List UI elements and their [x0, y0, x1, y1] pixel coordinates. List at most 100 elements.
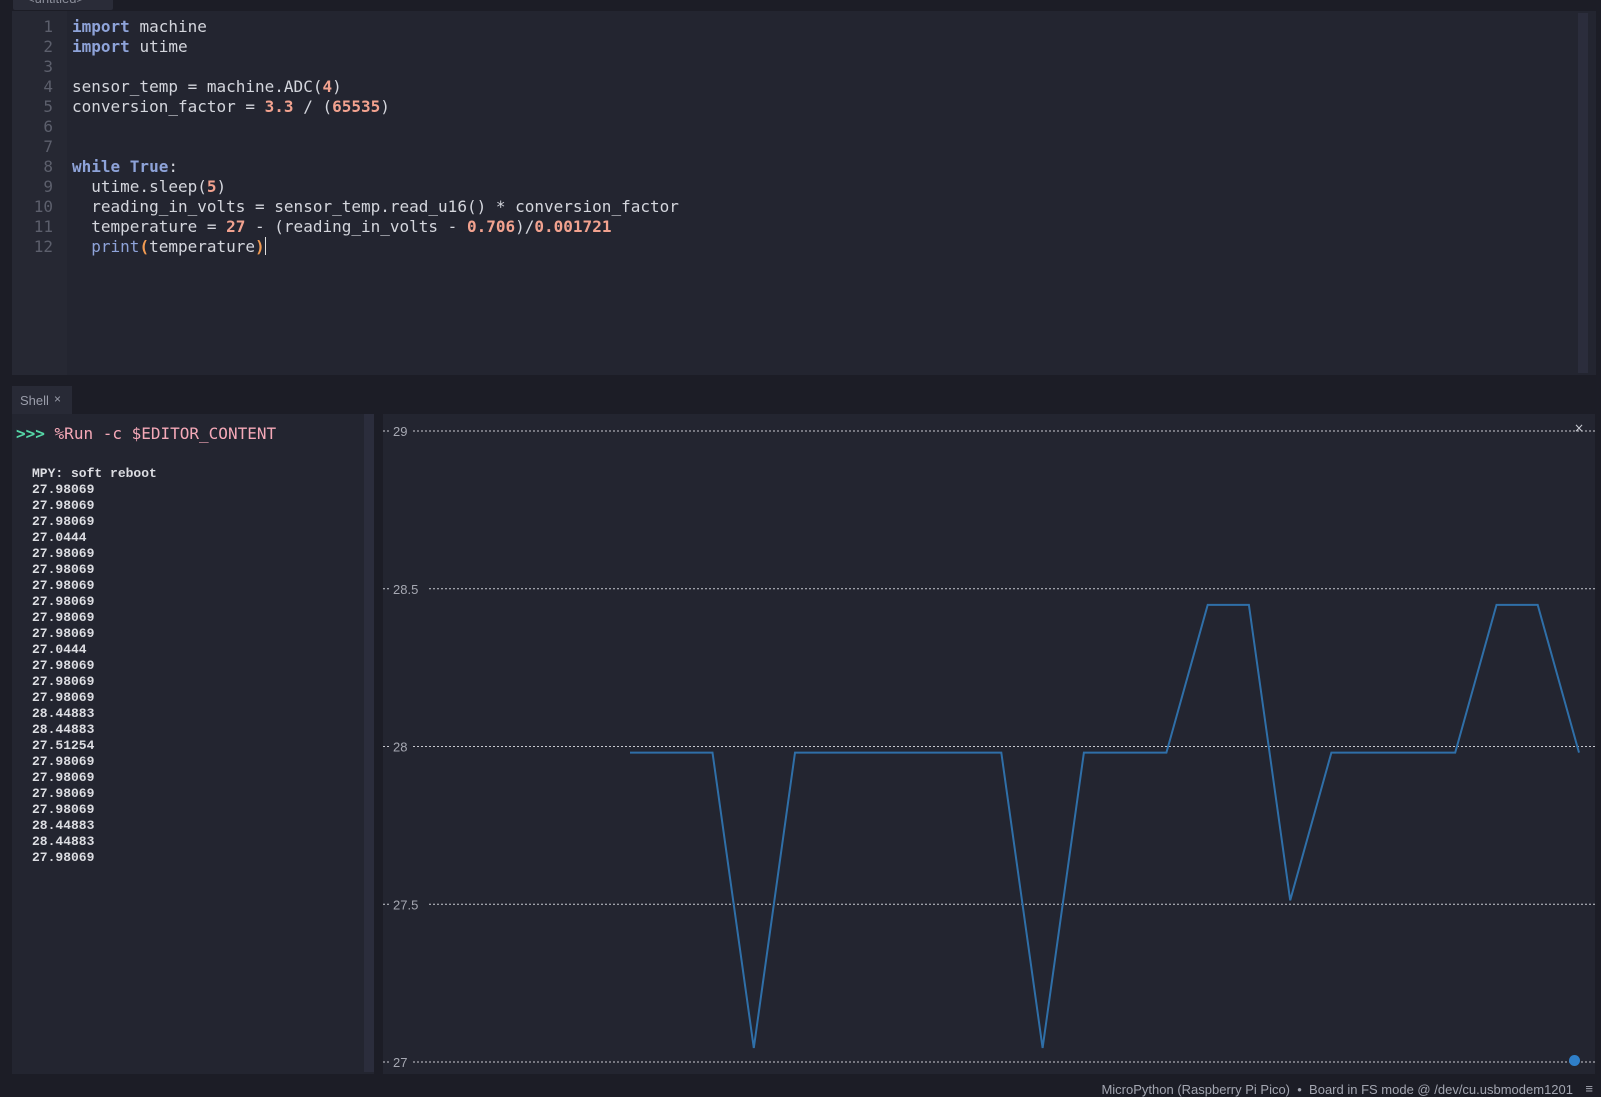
y-tick-label: 28.5 — [393, 582, 418, 597]
line-number: 10 — [34, 197, 53, 217]
y-tick-label: 28 — [393, 740, 407, 755]
code-token: 0.001721 — [534, 217, 611, 236]
shell-output-line: 27.98069 — [32, 546, 157, 562]
code-line[interactable]: while True: — [72, 157, 679, 177]
code-line[interactable]: temperature = 27 - (reading_in_volts - 0… — [72, 217, 679, 237]
shell-output: MPY: soft reboot27.9806927.9806927.98069… — [32, 466, 157, 866]
code-token: conversion_factor = — [72, 97, 265, 116]
code-token: while — [72, 157, 130, 176]
shell-output-line: 28.44883 — [32, 834, 157, 850]
shell-tab-label: Shell — [20, 393, 49, 408]
shell-output-line: 27.98069 — [32, 802, 157, 818]
code-token: temperature — [149, 237, 255, 256]
code-token: temperature = — [72, 217, 226, 236]
shell-output-line: 27.98069 — [32, 674, 157, 690]
code-token: 4 — [322, 77, 332, 96]
code-token: True — [130, 157, 169, 176]
shell-output-line: 27.98069 — [32, 498, 157, 514]
code-line[interactable]: reading_in_volts = sensor_temp.read_u16(… — [72, 197, 679, 217]
line-number: 1 — [43, 17, 53, 37]
code-token: : — [168, 157, 178, 176]
shell-output-line: 28.44883 — [32, 706, 157, 722]
line-number: 11 — [34, 217, 53, 237]
shell-output-line: 27.98069 — [32, 578, 157, 594]
shell-prompt: >>> — [16, 424, 45, 443]
code-token: ) — [380, 97, 390, 116]
plot-canvas: 29 28.5 28 27.5 27 — [383, 414, 1595, 1074]
status-text[interactable]: MicroPython (Raspberry Pi Pico) • Board … — [1101, 1082, 1573, 1097]
status-bar: MicroPython (Raspberry Pi Pico) • Board … — [0, 1080, 1601, 1096]
shell-output-header: MPY: soft reboot — [32, 466, 157, 482]
code-token: / ( — [294, 97, 333, 116]
code-line[interactable] — [72, 137, 679, 157]
editor-tab-untitled[interactable]: <untitled> — [13, 0, 113, 10]
menu-icon[interactable]: ≡ — [1585, 1081, 1593, 1096]
line-number: 6 — [43, 117, 53, 137]
shell-output-line: 27.98069 — [32, 690, 157, 706]
code-line[interactable]: import machine — [72, 17, 679, 37]
code-line[interactable]: print(temperature) — [72, 237, 679, 257]
line-number: 2 — [43, 37, 53, 57]
code-token: print — [72, 237, 139, 256]
y-tick-label: 29 — [393, 424, 407, 439]
shell-output-line: 28.44883 — [32, 722, 157, 738]
code-line[interactable] — [72, 117, 679, 137]
series-line-temperature — [630, 605, 1579, 1048]
shell-output-line: 28.44883 — [32, 818, 157, 834]
y-tick-label: 27.5 — [393, 897, 418, 912]
code-content[interactable]: import machineimport utime sensor_temp = … — [72, 17, 679, 257]
y-tick-label: 27 — [393, 1055, 407, 1070]
editor-tab-label: <untitled> — [27, 0, 84, 6]
close-icon[interactable]: × — [54, 392, 61, 406]
shell-output-line: 27.98069 — [32, 514, 157, 530]
code-token: 27 — [226, 217, 245, 236]
plotter-resize-handle[interactable] — [1569, 1055, 1580, 1066]
code-token: sensor_temp = machine.ADC( — [72, 77, 322, 96]
code-token: 0.706 — [467, 217, 515, 236]
shell-scrollbar[interactable] — [364, 414, 374, 1072]
shell-output-line: 27.98069 — [32, 626, 157, 642]
plotter-panel: 29 28.5 28 27.5 27 × — [383, 414, 1595, 1074]
shell-output-line: 27.98069 — [32, 786, 157, 802]
shell-output-line: 27.0444 — [32, 642, 157, 658]
code-token: ) — [332, 77, 342, 96]
line-number: 12 — [34, 237, 53, 257]
code-editor[interactable]: 123456789101112 import machineimport uti… — [12, 11, 1596, 375]
shell-output-line: 27.98069 — [32, 770, 157, 786]
code-line[interactable]: utime.sleep(5) — [72, 177, 679, 197]
code-token: import — [72, 37, 139, 56]
code-line[interactable] — [72, 57, 679, 77]
text-cursor — [265, 237, 266, 255]
shell-output-line: 27.98069 — [32, 610, 157, 626]
line-number: 3 — [43, 57, 53, 77]
line-number: 5 — [43, 97, 53, 117]
interpreter-label[interactable]: MicroPython (Raspberry Pi Pico) — [1101, 1082, 1290, 1097]
code-token: import — [72, 17, 139, 36]
shell-output-line: 27.98069 — [32, 850, 157, 866]
code-token: 65535 — [332, 97, 380, 116]
code-token: ( — [139, 237, 149, 256]
shell-command: %Run -c $EDITOR_CONTENT — [55, 424, 277, 443]
code-token: utime — [139, 37, 187, 56]
code-line[interactable]: sensor_temp = machine.ADC(4) — [72, 77, 679, 97]
code-token: 5 — [207, 177, 217, 196]
code-token: - (reading_in_volts - — [245, 217, 467, 236]
line-number: 7 — [43, 137, 53, 157]
shell-output-line: 27.98069 — [32, 754, 157, 770]
code-line[interactable]: conversion_factor = 3.3 / (65535) — [72, 97, 679, 117]
code-token: utime.sleep( — [72, 177, 207, 196]
code-token: machine — [139, 17, 206, 36]
code-token: reading_in_volts = sensor_temp.read_u16(… — [72, 197, 679, 216]
code-token: 3.3 — [265, 97, 294, 116]
shell-output-line: 27.51254 — [32, 738, 157, 754]
tab-shell[interactable]: Shell × — [12, 386, 72, 414]
editor-scrollbar[interactable] — [1578, 13, 1588, 373]
code-line[interactable]: import utime — [72, 37, 679, 57]
code-token: ) — [255, 237, 265, 256]
shell-panel[interactable]: >>> %Run -c $EDITOR_CONTENT MPY: soft re… — [12, 414, 374, 1074]
plotter-close-icon[interactable]: × — [1574, 421, 1584, 435]
line-number: 9 — [43, 177, 53, 197]
shell-output-line: 27.98069 — [32, 594, 157, 610]
status-separator: • — [1297, 1082, 1302, 1097]
board-port-label[interactable]: Board in FS mode @ /dev/cu.usbmodem1201 — [1309, 1082, 1573, 1097]
